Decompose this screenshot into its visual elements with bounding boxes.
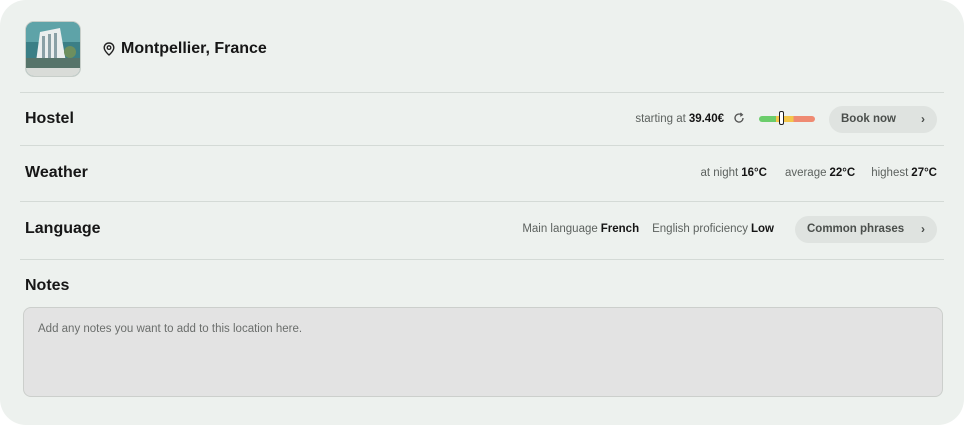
weather-row: Weather at night 16°C average 22°C highe… — [25, 159, 937, 187]
location-name: Montpellier, France — [121, 40, 267, 57]
highest-label: highest — [871, 167, 909, 179]
starting-at-label: starting at — [635, 113, 686, 125]
hotel-building-icon — [26, 22, 80, 76]
location-header: Montpellier, France — [25, 21, 267, 77]
refresh-icon[interactable] — [733, 112, 745, 127]
divider — [20, 201, 944, 202]
english-proficiency-label: English proficiency — [652, 223, 748, 235]
common-phrases-label: Common phrases — [807, 223, 905, 235]
notes-title: Notes — [25, 277, 70, 294]
book-now-label: Book now — [841, 113, 896, 125]
common-phrases-button[interactable]: Common phrases › — [795, 215, 937, 243]
average-label: average — [784, 167, 827, 179]
map-pin-icon — [103, 41, 117, 57]
english-proficiency-value: Low — [751, 223, 774, 235]
night-label: at night — [700, 167, 739, 179]
price-level-marker — [778, 111, 784, 125]
divider — [20, 92, 944, 93]
chevron-right-icon: › — [921, 112, 925, 126]
price-level-gauge — [759, 111, 815, 125]
book-now-button[interactable]: Book now › — [829, 105, 937, 133]
location-card: Montpellier, France Hostel starting at 3… — [0, 0, 964, 425]
highest-temp: 27°C — [911, 167, 937, 179]
hostel-price: 39.40€ — [688, 113, 724, 125]
divider — [20, 145, 944, 146]
hostel-title: Hostel — [25, 110, 74, 127]
language-info: Main language French English proficiency… — [522, 215, 937, 243]
hostel-info: starting at 39.40€ Book now › — [635, 105, 937, 133]
average-temp: 22°C — [829, 167, 856, 179]
language-row: Language Main language French English pr… — [25, 215, 937, 243]
language-title: Language — [25, 220, 101, 237]
notes-textarea[interactable] — [23, 307, 943, 397]
weather-info: at night 16°C average 22°C highest 27°C — [701, 167, 938, 179]
location-image — [25, 21, 81, 77]
main-language-value: French — [600, 223, 640, 235]
hostel-row: Hostel starting at 39.40€ Book now › — [25, 105, 937, 133]
weather-title: Weather — [25, 164, 88, 181]
chevron-right-icon: › — [921, 222, 925, 236]
divider — [20, 259, 944, 260]
main-language-label: Main language — [522, 223, 598, 235]
night-temp: 16°C — [741, 167, 767, 179]
